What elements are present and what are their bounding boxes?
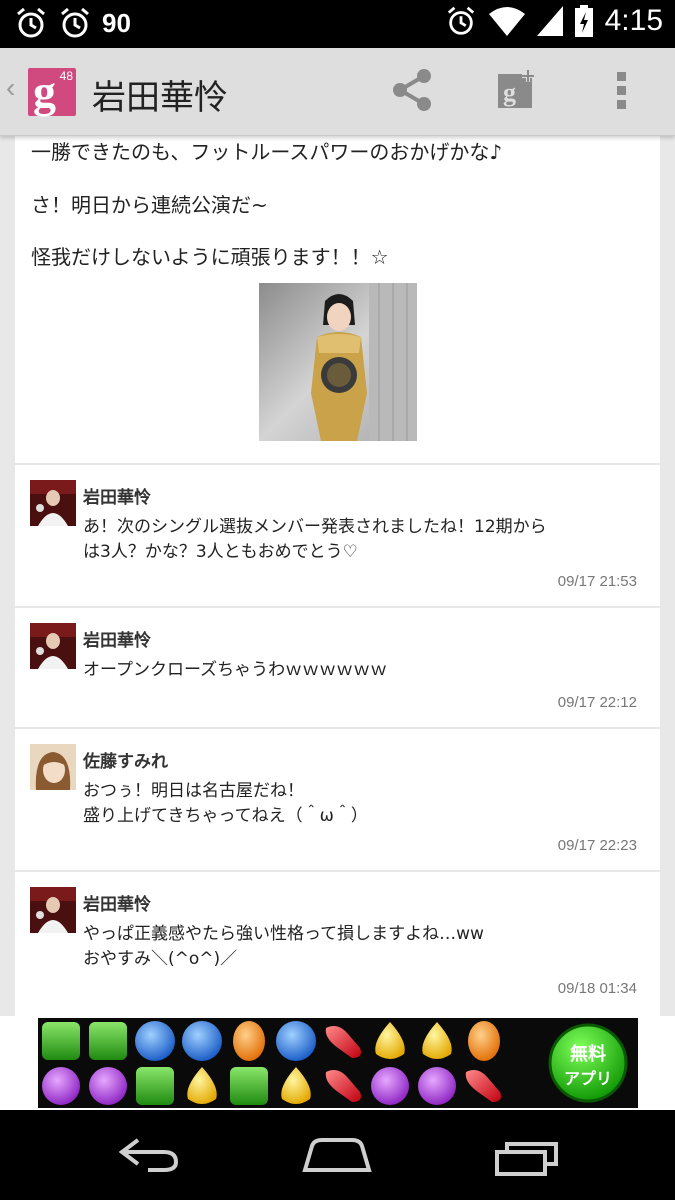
app-logo[interactable]: g 48 [28, 66, 76, 117]
comment-author: 岩田華怜 [83, 631, 151, 651]
comment-line: おつぅ！明日は名古屋だね！ [83, 781, 304, 801]
share-icon[interactable] [390, 66, 434, 114]
alarm-icon [61, 7, 89, 38]
post-card: 一勝できたのも、フットルースパワーのおかげかな♪ さ！明日から連続公演だ~ 怪我… [15, 136, 660, 463]
comment-text: オープンクローズちゃうわｗｗｗｗｗｗ [83, 658, 387, 683]
comment-line: あ！次のシングル選抜メンバー発表されましたね！12期から [83, 517, 547, 537]
up-caret-icon[interactable]: ‹ [6, 72, 15, 104]
content-scroll[interactable]: 一勝できたのも、フットルースパワーのおかげかな♪ さ！明日から連続公演だ~ 怪我… [0, 136, 675, 1016]
signal-icon [536, 6, 563, 36]
svg-text:g: g [503, 78, 516, 107]
navigation-bar [0, 1110, 675, 1200]
comment-timestamp: 09/17 22:23 [557, 837, 637, 854]
status-bar: 90 4:15 [0, 0, 675, 48]
avatar[interactable] [30, 623, 76, 669]
status-left: 90 [14, 6, 131, 40]
battery-level-text: 90 [102, 7, 131, 38]
comment-line: やっぱ正義感やたら強い性格って損しますよね…ww [83, 924, 484, 944]
ad-banner[interactable]: 無料 アプリ [38, 1018, 638, 1108]
back-icon[interactable] [118, 1134, 182, 1174]
comment-text: やっぱ正義感やたら強い性格って損しますよね…ww おやすみ＼(^o^)／ [83, 922, 484, 972]
logo-glyph: g [33, 66, 56, 117]
post-line: 一勝できたのも、フットルースパワーのおかげかな♪ [31, 140, 503, 164]
ad-badge-line1: 無料 [570, 1043, 606, 1065]
comment-item: 岩田華怜 オープンクローズちゃうわｗｗｗｗｗｗ 09/17 22:12 [15, 608, 660, 727]
comment-item: 岩田華怜 やっぱ正義感やたら強い性格って損しますよね…ww おやすみ＼(^o^)… [15, 872, 660, 1016]
clock: 4:15 [604, 4, 663, 37]
post-line: さ！明日から連続公演だ~ [31, 193, 268, 217]
avatar[interactable] [30, 887, 76, 933]
avatar[interactable] [30, 744, 76, 790]
comment-item: 佐藤すみれ おつぅ！明日は名古屋だね！ 盛り上げてきちゃってねえ（＾ω＾） 09… [15, 729, 660, 870]
google-plus-icon[interactable]: g [498, 70, 538, 110]
post-line: 怪我だけしないように頑張ります！！☆ [31, 245, 389, 269]
alarm-icon [17, 7, 45, 38]
comment-author: 岩田華怜 [83, 488, 151, 508]
post-photo[interactable] [259, 283, 417, 441]
comment-timestamp: 09/17 21:53 [557, 573, 637, 590]
ad-badge-line2: アプリ [564, 1069, 612, 1088]
wifi-icon [488, 7, 525, 36]
home-icon[interactable] [300, 1136, 374, 1176]
comment-author: 佐藤すみれ [83, 752, 168, 772]
logo-badge: 48 [59, 69, 73, 83]
comment-line: おやすみ＼(^o^)／ [83, 949, 238, 969]
alarm-icon [447, 6, 474, 35]
recent-apps-icon[interactable] [494, 1138, 560, 1178]
comment-author: 岩田華怜 [83, 895, 151, 915]
comment-timestamp: 09/17 22:12 [557, 694, 637, 711]
battery-charging-icon [574, 5, 593, 37]
comment-line: 盛り上げてきちゃってねえ（＾ω＾） [83, 806, 368, 826]
avatar[interactable] [30, 480, 76, 526]
comment-text: おつぅ！明日は名古屋だね！ 盛り上げてきちゃってねえ（＾ω＾） [83, 779, 368, 829]
action-bar: ‹ g 48 岩田華怜 g [0, 48, 675, 136]
comment-line: オープンクローズちゃうわｗｗｗｗｗｗ [83, 660, 388, 680]
comment-item: 岩田華怜 あ！次のシングル選抜メンバー発表されましたね！12期から は3人？かな… [15, 465, 660, 606]
overflow-menu-icon[interactable] [614, 70, 630, 110]
page-title: 岩田華怜 [92, 78, 228, 118]
ad-area: 無料 アプリ [0, 1016, 675, 1110]
comment-timestamp: 09/18 01:34 [557, 980, 637, 997]
comment-text: あ！次のシングル選抜メンバー発表されましたね！12期から は3人？かな？3人とも… [83, 515, 547, 565]
status-right: 4:15 [445, 4, 663, 38]
comment-line: は3人？かな？3人ともおめでとう♡ [83, 542, 358, 562]
